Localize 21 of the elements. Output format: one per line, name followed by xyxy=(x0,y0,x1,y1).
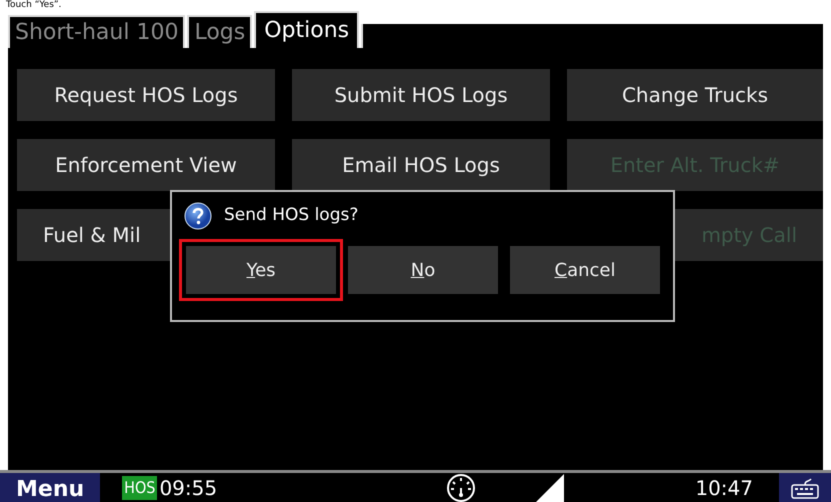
tab[interactable]: Logs xyxy=(187,15,252,48)
option-button[interactable]: Change Trucks xyxy=(567,69,823,121)
instruction-caption: Touch “Yes”. xyxy=(5,0,62,11)
dialog-button[interactable]: Yes xyxy=(186,246,336,294)
tab[interactable]: Options xyxy=(254,11,360,48)
tab[interactable]: Short-haul 100 xyxy=(8,15,186,48)
clock: 10:47 xyxy=(695,474,753,502)
question-icon xyxy=(184,202,212,230)
option-button[interactable]: Request HOS Logs xyxy=(17,69,275,121)
hos-badge: HOS xyxy=(122,476,158,500)
dialog-button[interactable]: Cancel xyxy=(510,246,660,294)
option-button[interactable]: Submit HOS Logs xyxy=(292,69,550,121)
gauge-icon[interactable] xyxy=(446,472,476,502)
hos-time: 09:55 xyxy=(159,474,218,502)
signal-icon xyxy=(536,474,564,502)
keyboard-icon xyxy=(791,476,819,498)
dialog-button[interactable]: No xyxy=(348,246,498,294)
option-button[interactable]: Enforcement View xyxy=(17,139,275,191)
keyboard-button[interactable] xyxy=(779,473,831,502)
option-button[interactable]: Email HOS Logs xyxy=(292,139,550,191)
menu-button[interactable]: Menu xyxy=(0,473,100,502)
